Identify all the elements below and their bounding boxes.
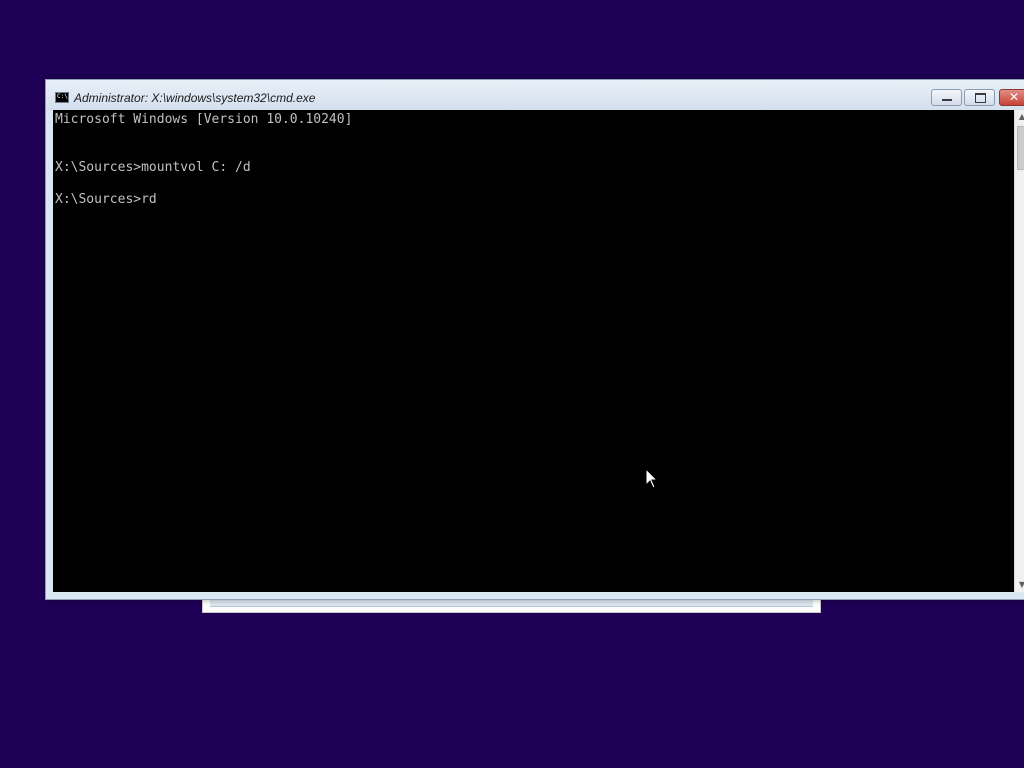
console-line: X:\Sources>mountvol C: /d	[55, 160, 251, 175]
minimize-button[interactable]	[931, 89, 962, 106]
maximize-icon	[965, 90, 994, 105]
cmd-app-icon[interactable]	[55, 92, 69, 103]
scroll-thumb[interactable]	[1017, 126, 1024, 170]
mouse-pointer-icon	[645, 468, 659, 489]
scroll-down-icon[interactable]: ▼	[1015, 578, 1024, 592]
vertical-scrollbar[interactable]: ▲ ▼	[1014, 110, 1024, 592]
close-icon: ✕	[1009, 90, 1020, 104]
console-output[interactable]: Microsoft Windows [Version 10.0.10240] X…	[53, 110, 1014, 592]
minimize-icon	[932, 90, 961, 105]
title-bar[interactable]: Administrator: X:\windows\system32\cmd.e…	[46, 80, 1024, 110]
scroll-up-icon[interactable]: ▲	[1015, 110, 1024, 124]
console-line: Microsoft Windows [Version 10.0.10240]	[55, 112, 353, 127]
close-button[interactable]: ✕	[999, 89, 1024, 106]
cmd-window[interactable]: Administrator: X:\windows\system32\cmd.e…	[45, 79, 1024, 600]
window-title: Administrator: X:\windows\system32\cmd.e…	[74, 91, 316, 105]
desktop-background: Administrator: X:\windows\system32\cmd.e…	[0, 0, 1024, 768]
maximize-button[interactable]	[964, 89, 995, 106]
console-input-line[interactable]: X:\Sources>rd	[55, 192, 157, 208]
